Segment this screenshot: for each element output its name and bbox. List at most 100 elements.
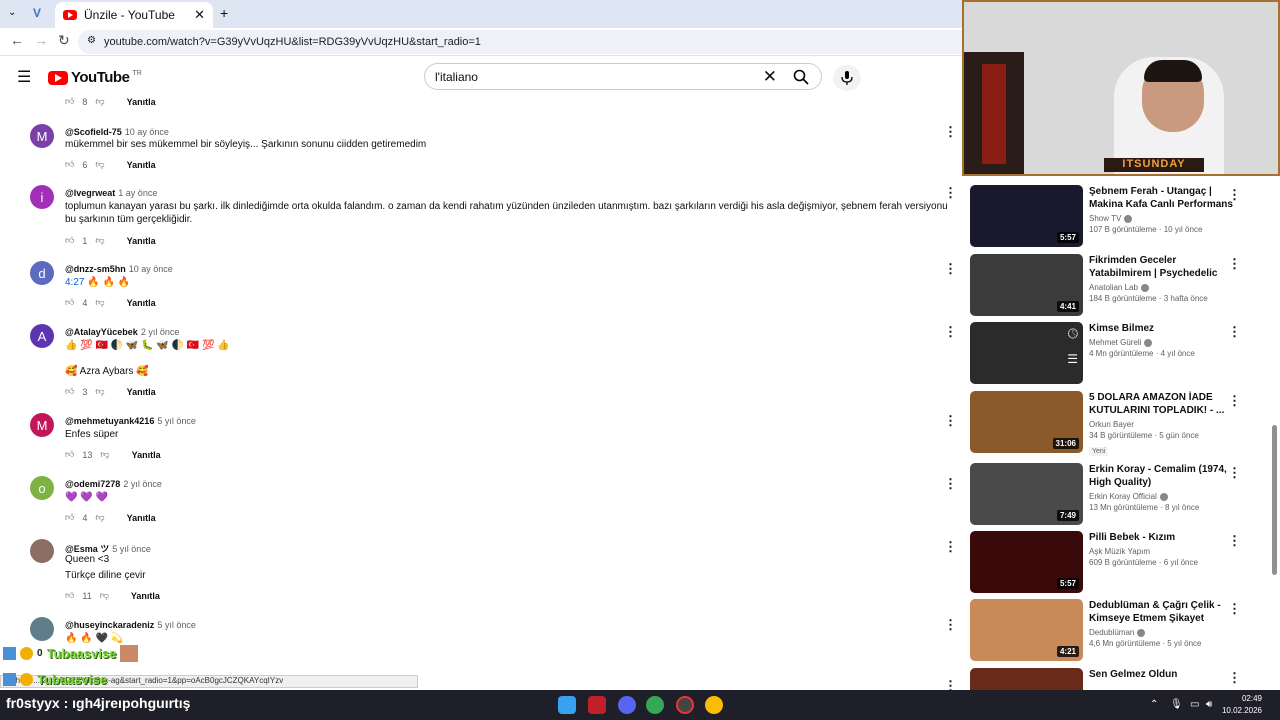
more-options-icon[interactable]: ⋮: [1228, 256, 1241, 272]
dislike-icon[interactable]: 👎︎: [95, 96, 104, 107]
reply-button[interactable]: Yanıtla: [127, 236, 156, 246]
like-icon[interactable]: 👍︎: [65, 590, 74, 601]
back-icon[interactable]: ←: [10, 32, 24, 48]
comment-author[interactable]: @AtalayYücebek: [65, 327, 138, 337]
more-options-icon[interactable]: ⋮: [944, 413, 957, 429]
tab-list-icon[interactable]: ⌄: [8, 7, 16, 18]
avatar[interactable]: o: [30, 476, 54, 500]
obs-icon[interactable]: [676, 696, 694, 714]
chrome-profile-icon[interactable]: [705, 696, 723, 714]
dislike-icon[interactable]: 👎︎: [95, 512, 104, 523]
dislike-icon[interactable]: 👎︎: [95, 297, 104, 308]
like-icon[interactable]: 👍︎: [65, 235, 74, 246]
avatar[interactable]: [30, 539, 54, 563]
display-tray-icon[interactable]: ▭: [1190, 699, 1199, 710]
discord-icon[interactable]: [618, 696, 636, 714]
more-options-icon[interactable]: ⋮: [944, 539, 957, 555]
more-options-icon[interactable]: ⋮: [1228, 324, 1241, 340]
video-title[interactable]: Erkin Koray - Cemalim (1974, High Qualit…: [1089, 463, 1239, 489]
forward-icon[interactable]: →: [34, 32, 48, 48]
like-icon[interactable]: 👍︎: [65, 449, 74, 460]
more-options-icon[interactable]: ⋮: [1228, 533, 1241, 549]
video-thumbnail[interactable]: 7:49: [970, 463, 1083, 525]
reply-button[interactable]: Yanıtla: [127, 97, 156, 107]
tab-youtube[interactable]: Ünzile - YouTube ✕: [55, 2, 213, 28]
reply-button[interactable]: Yanıtla: [127, 298, 156, 308]
video-thumbnail[interactable]: 🕓︎ ☰: [970, 322, 1083, 384]
volume-tray-icon[interactable]: 🔊︎: [1206, 699, 1212, 710]
avatar[interactable]: i: [30, 185, 54, 209]
channel-name[interactable]: Erkin Koray Official: [1089, 492, 1157, 501]
reply-button[interactable]: Yanıtla: [132, 450, 161, 460]
like-icon[interactable]: 👍︎: [65, 297, 74, 308]
video-title[interactable]: 5 DOLARA AMAZON İADE KUTULARINI TOPLADIK…: [1089, 391, 1239, 417]
comment-time[interactable]: 10 ay önce: [129, 264, 173, 274]
video-title[interactable]: Dedublüman & Çağrı Çelik - Kimseye Etmem…: [1089, 599, 1239, 625]
video-title[interactable]: Fikrimden Geceler Yatabilmirem | Psyched…: [1089, 254, 1239, 280]
avatar[interactable]: d: [30, 261, 54, 285]
more-options-icon[interactable]: ⋮: [944, 324, 957, 340]
windows-start-icon[interactable]: [558, 696, 576, 714]
more-options-icon[interactable]: ⋮: [1228, 393, 1241, 409]
menu-icon[interactable]: ☰: [17, 67, 31, 87]
recommendation-item[interactable]: 7:49 Erkin Koray - Cemalim (1974, High Q…: [970, 463, 1270, 525]
comment-author[interactable]: @dnzz-sm5hn: [65, 264, 126, 274]
more-options-icon[interactable]: ⋮: [944, 617, 957, 633]
reply-button[interactable]: Yanıtla: [127, 387, 156, 397]
recommendation-item[interactable]: 🕓︎ ☰ Kimse Bilmez Mehmet Güreli 4 Mn görün…: [970, 322, 1270, 384]
avatar[interactable]: [30, 617, 54, 641]
comment-time[interactable]: 1 ay önce: [118, 188, 157, 198]
search-button[interactable]: [781, 64, 821, 89]
dislike-icon[interactable]: 👎︎: [100, 449, 109, 460]
comment-time[interactable]: 2 yıl önce: [141, 327, 180, 337]
more-options-icon[interactable]: ⋮: [1228, 465, 1241, 481]
add-to-queue-icon[interactable]: ☰: [1067, 352, 1078, 366]
video-title[interactable]: Sen Gelmez Oldun: [1089, 668, 1239, 681]
recommendation-item[interactable]: 5:57 Şebnem Ferah - Utangaç | Makina Kaf…: [970, 185, 1270, 247]
comment-time[interactable]: 5 yıl önce: [157, 620, 196, 630]
video-thumbnail[interactable]: 4:21: [970, 599, 1083, 661]
comment-time[interactable]: 5 yıl önce: [157, 416, 196, 426]
recommendation-item[interactable]: 5:57 Pilli Bebek - Kızım Aşk Müzik Yapım 6…: [970, 531, 1270, 593]
video-thumbnail[interactable]: 4:41: [970, 254, 1083, 316]
watch-later-icon[interactable]: 🕓︎: [1068, 326, 1078, 342]
pinned-tab-icon[interactable]: V: [33, 6, 41, 20]
dislike-icon[interactable]: 👎︎: [100, 590, 109, 601]
more-options-icon[interactable]: ⋮: [1228, 187, 1241, 203]
video-title[interactable]: Kimse Bilmez: [1089, 322, 1239, 335]
tray-overflow-icon[interactable]: ⌃: [1150, 699, 1158, 710]
system-clock[interactable]: 02:49 10.02.2026: [1222, 693, 1262, 717]
like-icon[interactable]: 👍︎: [65, 96, 74, 107]
microphone-tray-icon[interactable]: 🎙︎: [1170, 699, 1183, 710]
more-options-icon[interactable]: ⋮: [944, 476, 957, 492]
clear-search-icon[interactable]: ✕: [763, 67, 777, 87]
timestamp-link[interactable]: 4:27: [65, 277, 84, 288]
comment-author[interactable]: @mehmetuyank4216: [65, 416, 154, 426]
video-title[interactable]: Şebnem Ferah - Utangaç | Makina Kafa Can…: [1089, 185, 1239, 211]
comment-time[interactable]: 2 yıl önce: [123, 479, 162, 489]
video-title[interactable]: Pilli Bebek - Kızım: [1089, 531, 1239, 544]
channel-name[interactable]: Anatolian Lab: [1089, 283, 1138, 292]
more-options-icon[interactable]: ⋮: [1228, 670, 1241, 686]
channel-name[interactable]: Orkun Bayer: [1089, 420, 1134, 429]
video-thumbnail[interactable]: 5:57: [970, 531, 1083, 593]
like-icon[interactable]: 👍︎: [65, 159, 74, 170]
comment-author[interactable]: @lvegrweat: [65, 188, 115, 198]
recommendation-item[interactable]: Sen Gelmez Oldun ⋮: [970, 668, 1270, 690]
reply-button[interactable]: Yanıtla: [127, 513, 156, 523]
voice-search-button[interactable]: [833, 65, 861, 91]
recommendation-item[interactable]: 4:41 Fikrimden Geceler Yatabilmirem | Ps…: [970, 254, 1270, 316]
dislike-icon[interactable]: 👎︎: [95, 235, 104, 246]
channel-name[interactable]: Mehmet Güreli: [1089, 338, 1141, 347]
comment-author[interactable]: @odemi7278: [65, 479, 120, 489]
youtube-logo[interactable]: YouTube TR: [48, 69, 142, 86]
recommendation-item[interactable]: 4:21 Dedublüman & Çağrı Çelik - Kimseye …: [970, 599, 1270, 661]
search-input[interactable]: l'italiano ✕: [424, 63, 822, 90]
chrome-icon[interactable]: [646, 696, 664, 714]
site-info-icon[interactable]: ⚙: [87, 35, 96, 46]
close-tab-icon[interactable]: ✕: [194, 7, 205, 23]
like-icon[interactable]: 👍︎: [65, 512, 74, 523]
channel-name[interactable]: Aşk Müzik Yapım: [1089, 547, 1150, 556]
video-thumbnail[interactable]: [970, 668, 1083, 690]
dislike-icon[interactable]: 👎︎: [95, 386, 104, 397]
